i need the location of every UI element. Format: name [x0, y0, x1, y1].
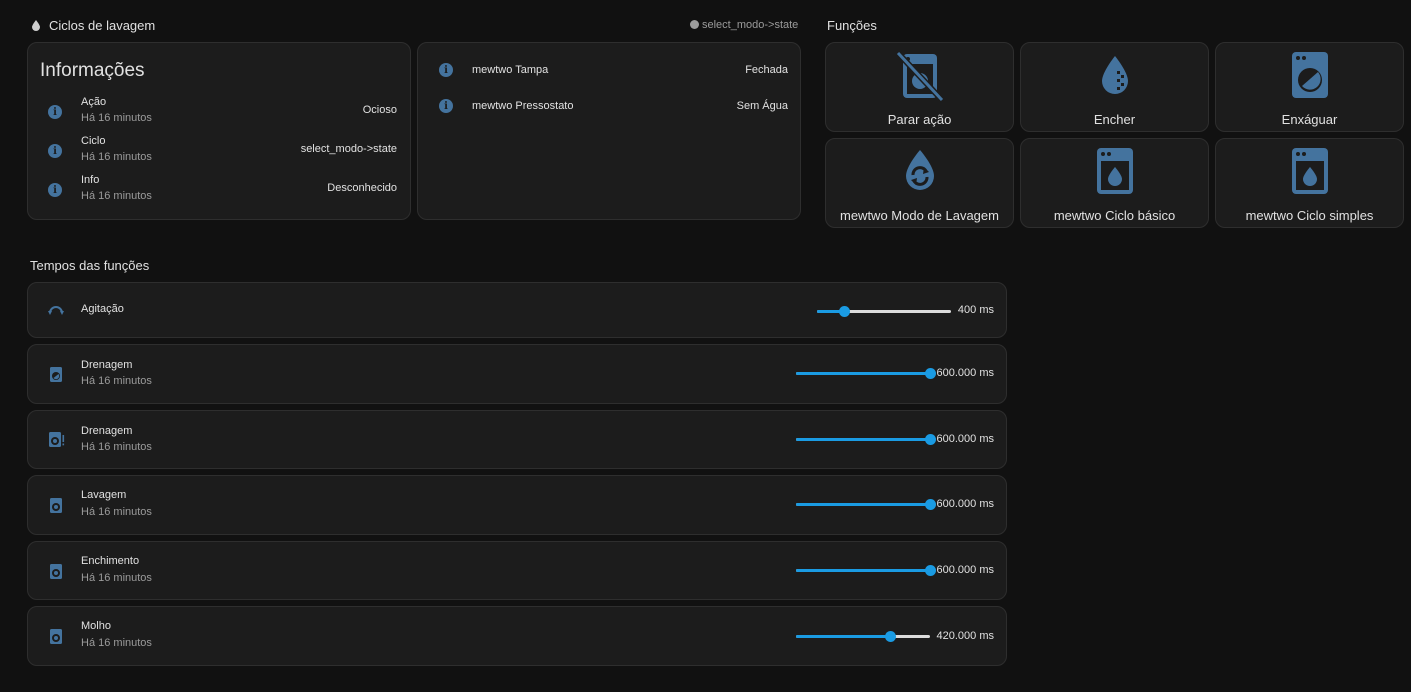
row-name: Drenagem	[81, 359, 133, 371]
row-time: Há 16 minutos	[81, 572, 152, 584]
sensor-name: mewtwo Tampa	[472, 64, 549, 76]
enxaguar-button[interactable]: Enxáguar	[1215, 42, 1404, 132]
row-value: 420.000 ms	[936, 630, 994, 642]
row-value: 600.000 ms	[936, 564, 994, 576]
section-title: Ciclos de lavagem	[49, 18, 156, 33]
entity-name: Ação	[81, 96, 107, 108]
slider-fill	[796, 372, 930, 375]
washing-machine-icon	[50, 498, 62, 513]
entity-name: Info	[81, 174, 100, 186]
button-label: Encher	[1093, 112, 1136, 127]
information-icon	[439, 99, 453, 113]
sensor-row[interactable]: mewtwo Tampa Fechada	[418, 61, 800, 81]
entity-time: Há 16 minutos	[81, 190, 152, 202]
slider-fill	[796, 569, 930, 572]
entity-name: Ciclo	[81, 135, 106, 147]
row-value: 400 ms	[957, 304, 994, 316]
information-icon	[48, 105, 62, 119]
rotate-icon	[48, 306, 64, 315]
button-label: mewtwo Modo de Lavagem	[840, 208, 999, 223]
info-row[interactable]: Info Há 16 minutos Desconhecido	[28, 174, 410, 210]
information-icon	[439, 63, 453, 77]
row-time: Há 16 minutos	[81, 441, 152, 453]
tempo-row-drenagem: Drenagem Há 16 minutos 600.000 ms	[27, 344, 1007, 404]
sensor-row[interactable]: mewtwo Pressostato Sem Água	[418, 97, 800, 117]
water-sync-icon	[905, 150, 934, 190]
slider-fill	[796, 635, 890, 638]
tempo-row-enchimento: Enchimento Há 16 minutos 600.000 ms	[27, 541, 1007, 600]
entity-value: select_modo->state	[300, 143, 397, 155]
washing-machine-drain-icon	[50, 367, 62, 382]
washing-machine-icon	[50, 564, 62, 579]
select-hint: select_modo->state	[702, 19, 799, 31]
button-label: Enxáguar	[1281, 112, 1338, 127]
washing-machine-icon	[50, 629, 62, 644]
button-label: mewtwo Ciclo básico	[1053, 208, 1176, 223]
button-label: Parar ação	[887, 112, 952, 127]
washing-machine-off-icon	[895, 50, 944, 102]
information-icon	[48, 183, 62, 197]
row-name: Drenagem	[81, 425, 133, 437]
informacoes-card: Informações Ação Há 16 minutos Ocioso Ci…	[27, 42, 411, 220]
ciclo-basico-button[interactable]: mewtwo Ciclo básico	[1020, 138, 1209, 228]
slider-thumb[interactable]	[925, 434, 936, 445]
row-value: 600.000 ms	[936, 498, 994, 510]
sensor-value: Fechada	[745, 64, 788, 76]
slider-fill	[796, 503, 930, 506]
funcoes-title: Funções	[827, 18, 877, 33]
slider-fill	[796, 438, 930, 441]
slider-thumb[interactable]	[925, 499, 936, 510]
tempo-row-agitacao: Agitação 400 ms	[27, 282, 1007, 338]
slider[interactable]	[796, 434, 936, 445]
slider-thumb[interactable]	[925, 368, 936, 379]
row-time: Há 16 minutos	[81, 637, 152, 649]
tempos-title: Tempos das funções	[30, 258, 150, 273]
modo-lavagem-button[interactable]: mewtwo Modo de Lavagem	[825, 138, 1014, 228]
row-value: 600.000 ms	[936, 433, 994, 445]
informacoes-title: Informações	[40, 60, 145, 81]
info-row[interactable]: Ciclo Há 16 minutos select_modo->state	[28, 135, 410, 171]
row-name: Lavagem	[81, 489, 127, 501]
slider[interactable]	[796, 565, 936, 576]
tempo-row-lavagem: Lavagem Há 16 minutos 600.000 ms	[27, 475, 1007, 535]
slider[interactable]	[796, 499, 936, 510]
row-name: Enchimento	[81, 555, 140, 567]
washing-machine-water-icon	[1096, 148, 1133, 194]
washing-machine-alert-icon	[49, 432, 65, 447]
info-row[interactable]: Ação Há 16 minutos Ocioso	[28, 95, 410, 131]
entity-time: Há 16 minutos	[81, 112, 152, 124]
tempo-row-molho: Molho Há 16 minutos 420.000 ms	[27, 606, 1007, 666]
parar-acao-button[interactable]: Parar ação	[825, 42, 1014, 132]
entity-value: Ocioso	[362, 104, 397, 116]
slider-thumb[interactable]	[838, 306, 850, 317]
sensor-value: Sem Água	[736, 100, 788, 112]
ciclo-simples-button[interactable]: mewtwo Ciclo simples	[1215, 138, 1404, 228]
button-label: mewtwo Ciclo simples	[1245, 208, 1374, 223]
slider[interactable]	[817, 306, 951, 317]
slider[interactable]	[796, 368, 936, 379]
row-value: 600.000 ms	[936, 367, 994, 379]
entity-time: Há 16 minutos	[81, 151, 152, 163]
entity-value: Desconhecido	[327, 182, 397, 194]
tempo-row-drenagem-2: Drenagem Há 16 minutos 600.000 ms	[27, 410, 1007, 469]
row-name: Molho	[81, 620, 111, 632]
encher-button[interactable]: Encher	[1020, 42, 1209, 132]
information-icon	[48, 144, 62, 158]
info-hint-icon	[690, 20, 699, 29]
slider[interactable]	[796, 631, 930, 642]
water-opacity-icon	[1101, 56, 1128, 94]
sensor-name: mewtwo Pressostato	[472, 100, 574, 112]
washing-machine-spin-icon	[1291, 52, 1328, 98]
sensors-card: mewtwo Tampa Fechada mewtwo Pressostato …	[417, 42, 801, 220]
water-drop-icon	[32, 20, 40, 31]
row-time: Há 16 minutos	[81, 506, 152, 518]
row-name: Agitação	[81, 303, 124, 315]
row-time: Há 16 minutos	[81, 375, 152, 387]
slider-thumb[interactable]	[925, 565, 936, 576]
slider-thumb[interactable]	[884, 631, 896, 642]
washing-machine-water-icon	[1291, 148, 1328, 194]
